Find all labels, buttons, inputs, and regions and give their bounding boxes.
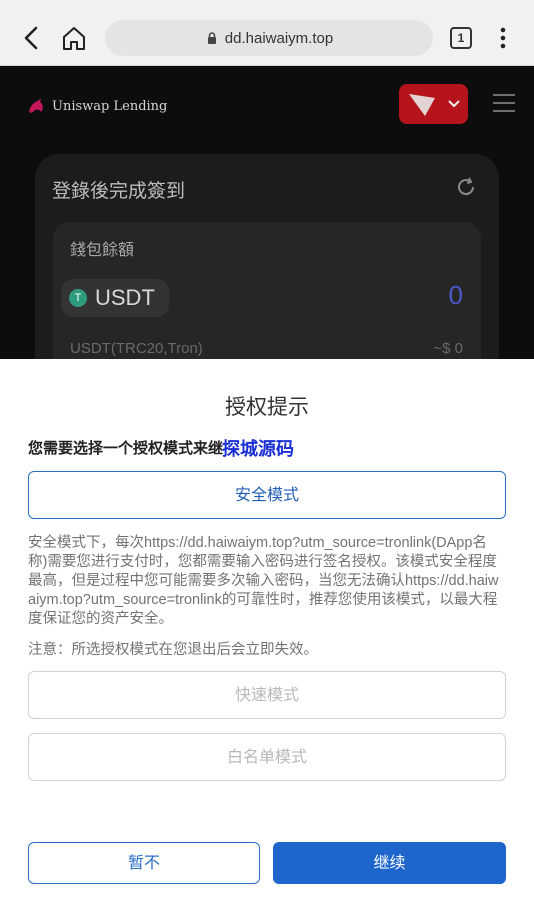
usdt-icon: T: [69, 289, 87, 307]
checkin-card: 登錄後完成簽到 錢包餘額 T USDT 0 USDT(TRC20,Tron) ~…: [35, 154, 499, 359]
refresh-icon[interactable]: [455, 176, 477, 198]
brand-name: Uniswap Lending: [52, 98, 168, 114]
hamburger-menu-icon[interactable]: [493, 94, 515, 112]
unicorn-logo-icon: [29, 98, 43, 113]
more-menu-icon[interactable]: [494, 24, 512, 52]
not-now-button[interactable]: 暂不: [28, 842, 260, 884]
mode-note: 注意：所选授权模式在您退出后会立即失效。: [28, 642, 318, 658]
wallet-balance-card: 錢包餘額 T USDT 0 USDT(TRC20,Tron) ~$ 0: [53, 222, 481, 359]
token-amount: 0: [448, 280, 463, 310]
brand[interactable]: Uniswap Lending: [26, 96, 167, 116]
dapp-page: Uniswap Lending 登錄後完成簽到 錢包餘額 T USDT 0 US…: [0, 66, 534, 359]
network-selector-button[interactable]: [399, 84, 468, 124]
watermark-text: 探城源码: [222, 439, 294, 460]
home-icon[interactable]: [60, 22, 88, 54]
wallet-balance-label: 錢包餘額: [70, 240, 135, 259]
lock-icon: [207, 32, 216, 44]
whitelist-mode-button[interactable]: 白名单模式: [28, 733, 506, 781]
continue-button[interactable]: 继续: [273, 842, 506, 884]
safe-mode-description: 安全模式下，每次https://dd.haiwaiym.top?utm_sour…: [28, 535, 499, 627]
token-value: ~$ 0: [433, 340, 463, 357]
back-icon[interactable]: [18, 22, 46, 54]
url-text: dd.haiwaiym.top: [224, 29, 334, 47]
authorization-dialog: 授权提示 您需要选择一个授权模式来继 探城源码 安全模式 安全模式下，每次htt…: [0, 359, 534, 911]
browser-toolbar: dd.haiwaiym.top 1: [0, 0, 534, 66]
fast-mode-button[interactable]: 快速模式: [28, 671, 506, 719]
address-bar[interactable]: dd.haiwaiym.top: [105, 20, 433, 56]
dialog-title: 授权提示: [225, 395, 309, 419]
token-chain: USDT(TRC20,Tron): [70, 340, 203, 357]
card-title: 登錄後完成簽到: [52, 180, 186, 202]
token-selector[interactable]: T USDT: [61, 279, 169, 317]
tab-switcher-button[interactable]: 1: [450, 27, 472, 49]
dialog-subtitle: 您需要选择一个授权模式来继: [28, 439, 224, 457]
safe-mode-button[interactable]: 安全模式: [28, 471, 506, 519]
tron-icon: [409, 94, 460, 116]
token-symbol: USDT: [95, 285, 155, 310]
